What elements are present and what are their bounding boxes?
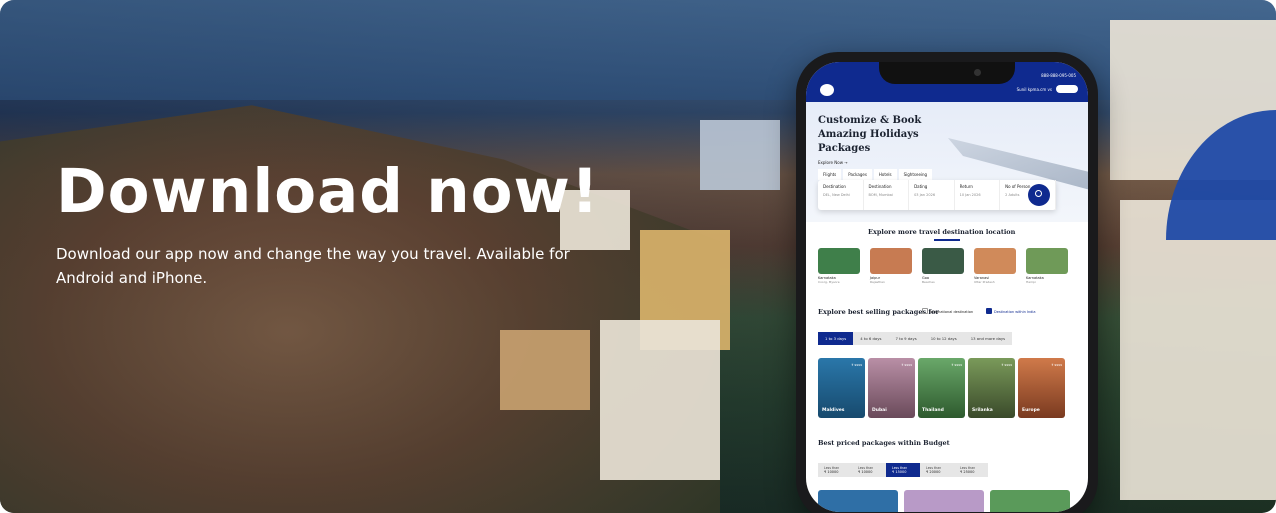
day-filter-item[interactable]: 7 to 9 days (888, 332, 923, 345)
destination-image (922, 248, 964, 274)
house-shape (500, 330, 590, 410)
house-shape (600, 320, 720, 480)
budget-option[interactable]: Less than ₹ 10000 (818, 463, 852, 477)
field-label: Dating (914, 184, 928, 189)
budget-package-card[interactable] (818, 490, 898, 512)
destination-sub: Coorg, Mysore (818, 280, 840, 284)
page-title: Download now! (56, 156, 600, 227)
destination-image (870, 248, 912, 274)
topbar-link[interactable]: Sunil kpma.cm vs (1017, 87, 1052, 92)
field-label: Destination (823, 184, 846, 189)
budget-value: ₹ 10000 (824, 470, 839, 474)
camera-icon (974, 69, 981, 76)
field-label: Return (959, 184, 973, 189)
tab-flights[interactable]: Flights (818, 169, 842, 180)
package-card[interactable]: ₹ 9999 Dubai (868, 358, 915, 418)
package-price: ₹ 9999 (1001, 363, 1013, 367)
download-banner: Download now! Download our app now and c… (0, 0, 1276, 513)
app-logo[interactable] (820, 84, 834, 96)
search-form: Destination DEL, New Delhi Destination BOM… (818, 180, 1057, 210)
destination-sub: Rajasthan (870, 280, 885, 284)
field-label: Destination (868, 184, 892, 189)
explore-now-link[interactable]: Explore Now → (818, 160, 848, 165)
destination-sub: Uttar Pradesh (974, 280, 995, 284)
search-field[interactable]: Return 10 Jan 2026 (955, 180, 1001, 210)
search-icon (1035, 190, 1042, 197)
budget-package-list (818, 490, 1070, 512)
destination-list: Karnataka Coorg, Mysore Jaipur Rajasthan G… (818, 248, 1068, 284)
field-value: 10 Jan 2026 (959, 193, 981, 197)
day-filter-item[interactable]: 10 to 12 days (924, 332, 964, 345)
budget-option[interactable]: Less than ₹ 25000 (954, 463, 988, 477)
status-text: 888-888-095-005 (1041, 73, 1076, 78)
hero-title: Customize & Book Amazing Holidays Packag… (818, 115, 922, 154)
house-shape (700, 120, 780, 190)
explore-title: Explore more travel destination location (868, 228, 1016, 236)
day-filter: 1 to 3 days 4 to 6 days 7 to 9 days 10 t… (818, 332, 1013, 345)
package-card[interactable]: ₹ 9999 Srilanka (968, 358, 1015, 418)
destination-card[interactable]: Karnataka Coorg, Mysore (818, 248, 860, 284)
destination-sub: Beaches (922, 280, 935, 284)
package-name: Thailand (922, 408, 944, 413)
budget-value: ₹ 15000 (892, 470, 907, 474)
destination-image (1026, 248, 1068, 274)
package-list: ₹ 9999 Maldives ₹ 9999 Dubai ₹ 9999 Thailan… (818, 358, 1065, 418)
phone-screen: 888-888-095-005 Sunil kpma.cm vs Customi… (806, 62, 1088, 512)
package-card[interactable]: ₹ 9999 Thailand (918, 358, 965, 418)
tab-sightseeing[interactable]: Sightseeing (898, 169, 933, 180)
package-name: Srilanka (972, 408, 993, 413)
search-field[interactable]: Destination BOM, Mumbai (864, 180, 910, 210)
field-value: BOM, Mumbai (868, 193, 893, 197)
package-card[interactable]: ₹ 9999 Europe (1018, 358, 1065, 418)
package-name: Europe (1022, 408, 1040, 413)
option-international[interactable]: International destination (930, 310, 973, 314)
destination-image (818, 248, 860, 274)
package-name: Maldives (822, 408, 845, 413)
phone-mockup: 888-888-095-005 Sunil kpma.cm vs Customi… (796, 52, 1098, 513)
package-price: ₹ 9999 (851, 363, 863, 367)
house-shape (1120, 200, 1276, 500)
field-value: 03 Jan 2026 (914, 193, 936, 197)
phone-notch (879, 62, 1015, 84)
budget-value: ₹ 20000 (926, 470, 941, 474)
budget-package-card[interactable] (990, 490, 1070, 512)
package-name: Dubai (872, 408, 887, 413)
budget-package-card[interactable] (904, 490, 984, 512)
destination-sub: Hampi (1026, 280, 1036, 284)
package-price: ₹ 9999 (901, 363, 913, 367)
toggle-switch[interactable] (1056, 85, 1078, 93)
tab-hotels[interactable]: Hotels (873, 169, 897, 180)
budget-title: Best priced packages within Budget (818, 439, 950, 447)
budget-value: ₹ 25000 (960, 470, 975, 474)
title-underline (934, 239, 960, 241)
day-filter-item[interactable]: 1 to 3 days (818, 332, 854, 345)
day-filter-item[interactable]: 13 and more days (964, 332, 1012, 345)
destination-card[interactable]: Varanasi Uttar Pradesh (974, 248, 1016, 284)
package-price: ₹ 9999 (1051, 363, 1063, 367)
budget-filter: Less than ₹ 10000 Less than ₹ 10000 Less t… (818, 463, 988, 477)
budget-option[interactable]: Less than ₹ 20000 (920, 463, 954, 477)
budget-value: ₹ 10000 (858, 470, 873, 474)
destination-card[interactable]: Jaipur Rajasthan (870, 248, 912, 284)
destination-card[interactable]: Karnataka Hampi (1026, 248, 1068, 284)
search-button[interactable] (1028, 184, 1050, 206)
destination-card[interactable]: Goa Beaches (922, 248, 964, 284)
radio-india[interactable] (986, 308, 992, 314)
option-india[interactable]: Destination within India (994, 310, 1036, 314)
budget-option[interactable]: Less than ₹ 15000 (886, 463, 920, 477)
search-tabs: Flights Packages Hotels Sightseeing (818, 169, 933, 180)
destination-image (974, 248, 1016, 274)
day-filter-item[interactable]: 4 to 6 days (853, 332, 888, 345)
package-card[interactable]: ₹ 9999 Maldives (818, 358, 865, 418)
best-selling-title: Explore best selling packages for (818, 308, 939, 316)
banner-description: Download our app now and change the way … (56, 245, 570, 287)
budget-option[interactable]: Less than ₹ 10000 (852, 463, 886, 477)
field-value: DEL, New Delhi (823, 193, 850, 197)
radio-international[interactable] (922, 308, 928, 314)
search-field[interactable]: Dating 03 Jan 2026 (909, 180, 955, 210)
tab-packages[interactable]: Packages (843, 169, 872, 180)
search-field[interactable]: Destination DEL, New Delhi (818, 180, 864, 210)
package-price: ₹ 9999 (951, 363, 963, 367)
